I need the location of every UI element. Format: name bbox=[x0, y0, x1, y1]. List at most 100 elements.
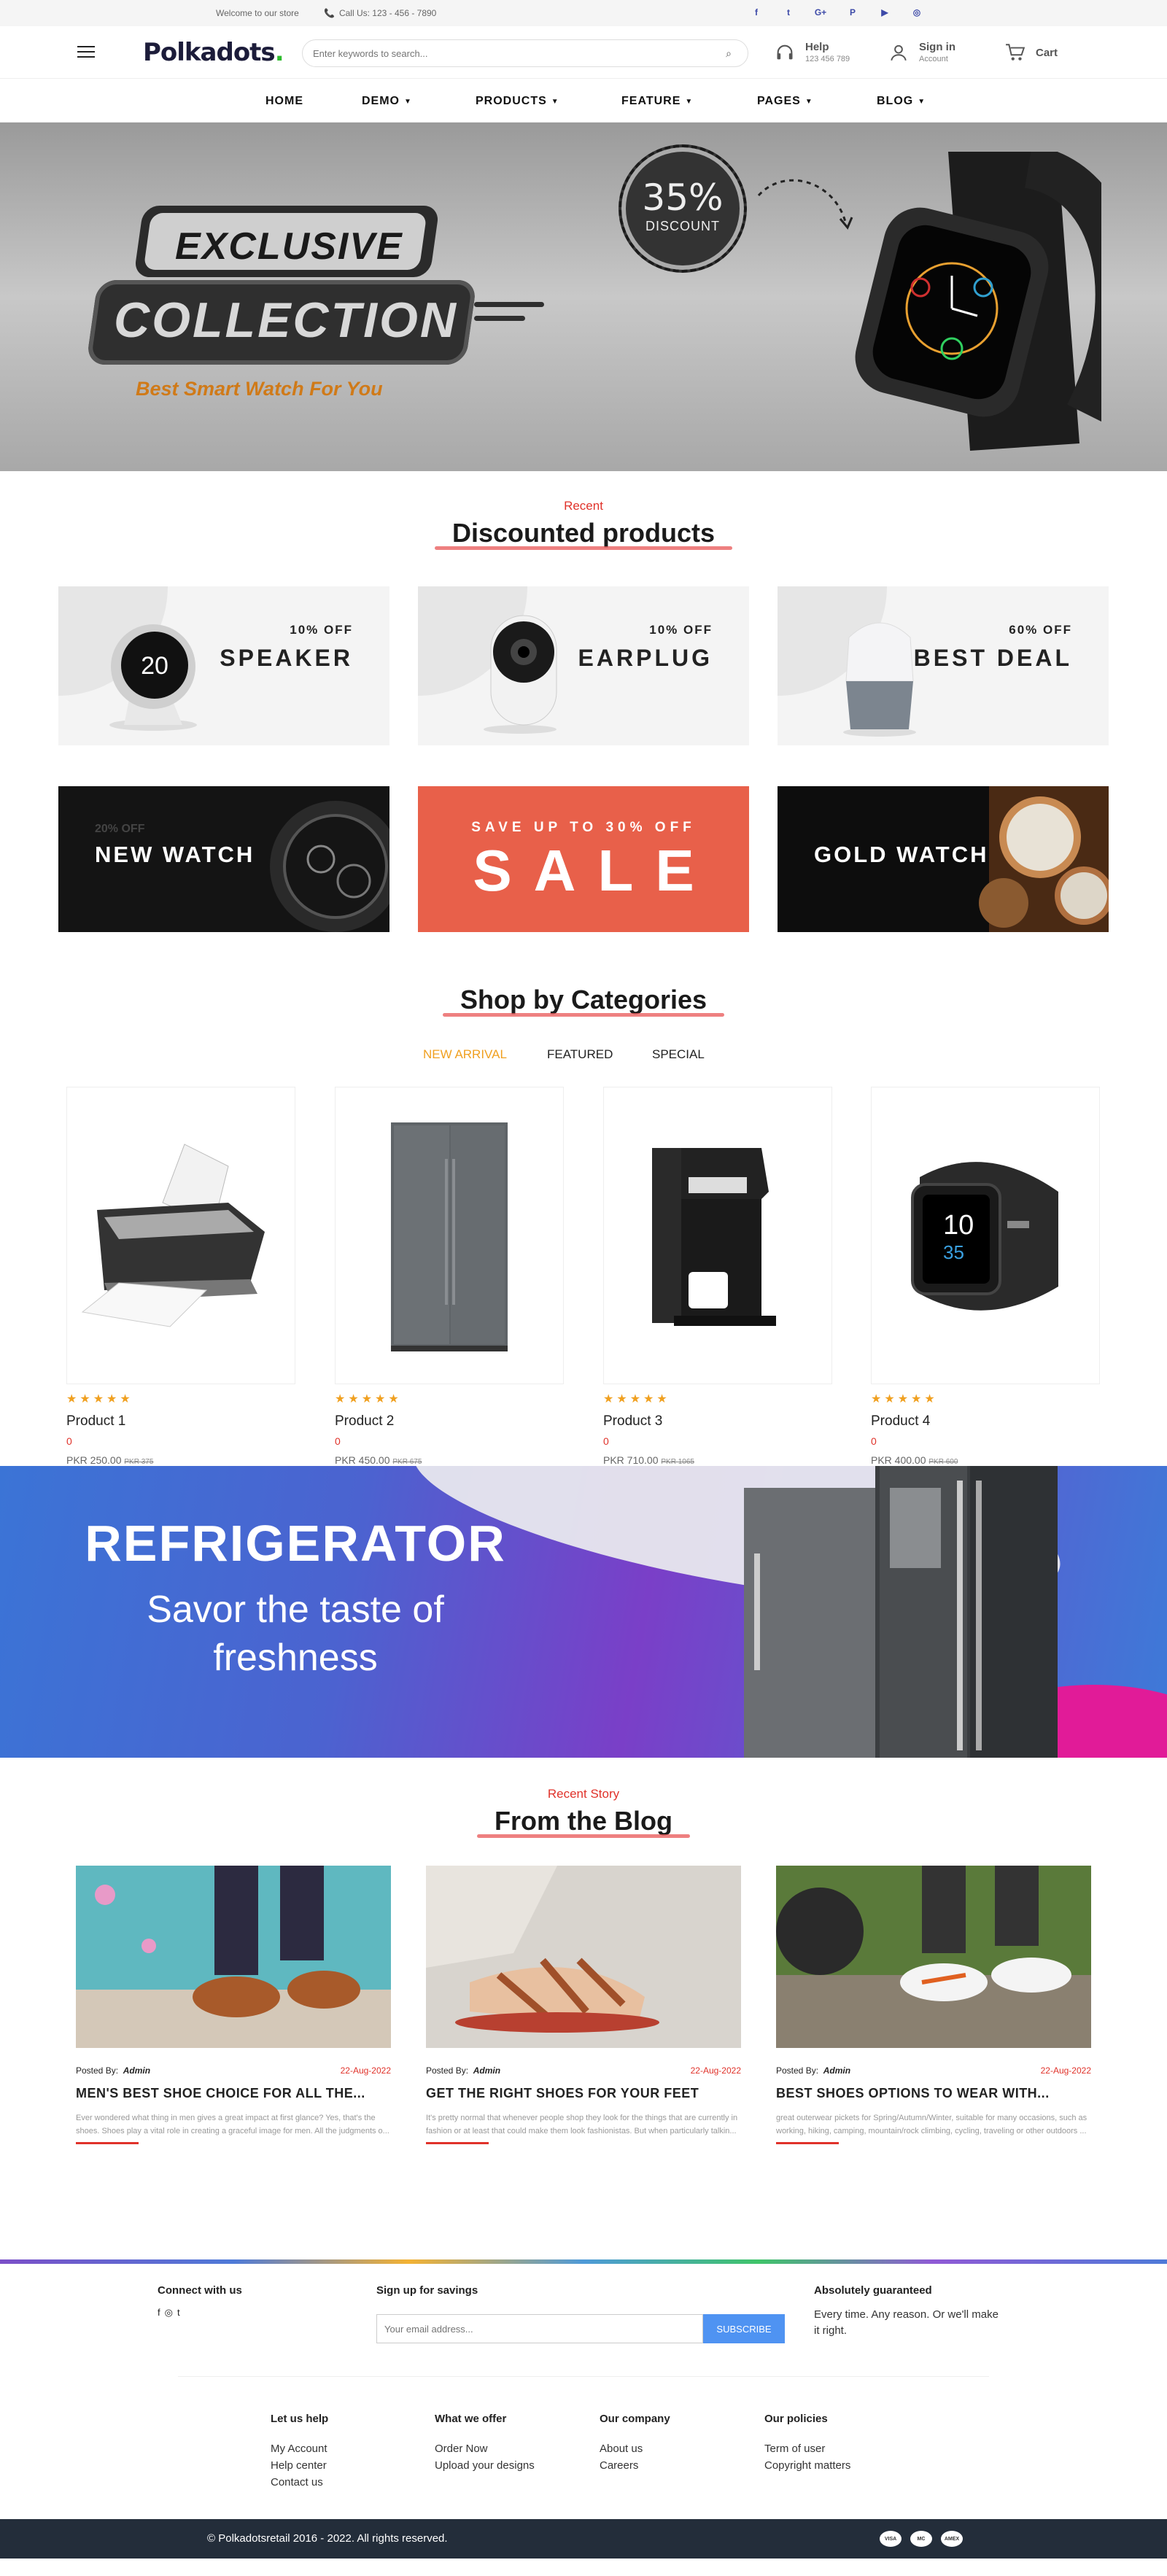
signin-title: Sign in bbox=[919, 41, 955, 53]
footer-link[interactable]: My Account bbox=[271, 2443, 328, 2455]
nav-feature[interactable]: FEATURE ▼ bbox=[621, 95, 693, 108]
post-excerpt: great outerwear pickets for Spring/Autum… bbox=[776, 2114, 1087, 2135]
hero-banner[interactable]: EXCLUSIVE COLLECTION Best Smart Watch Fo… bbox=[0, 123, 1167, 471]
main-nav: HOME DEMO ▼ PRODUCTS ▼ FEATURE ▼ PAGES ▼ BLO… bbox=[0, 79, 1167, 123]
rating-stars: ★★★★★ bbox=[66, 1393, 133, 1405]
footer-link[interactable]: Copyright matters bbox=[764, 2459, 850, 2472]
post-title[interactable]: MEN'S BEST SHOE CHOICE FOR ALL THE... bbox=[76, 2086, 391, 2101]
hero-tagline: Best Smart Watch For You bbox=[136, 378, 383, 400]
subscribe-button[interactable]: SUBSCRIBE bbox=[703, 2314, 785, 2343]
instagram-icon[interactable]: ◎ bbox=[910, 6, 923, 19]
footer-link[interactable]: Upload your designs bbox=[435, 2459, 535, 2472]
post-title[interactable]: BEST SHOES OPTIONS TO WEAR WITH... bbox=[776, 2086, 1091, 2101]
post-title[interactable]: GET THE RIGHT SHOES FOR YOUR FEET bbox=[426, 2086, 741, 2101]
blog-image[interactable] bbox=[426, 1866, 741, 2048]
headset-icon bbox=[773, 41, 796, 64]
logo[interactable]: Polkadots. bbox=[143, 38, 284, 67]
product-card[interactable]: ★★★★★ Product 3 0 PKR 710.00 PKR 1065 bbox=[603, 1087, 832, 1466]
header: Polkadots. ⌕ Help 123 456 789 Sign in Acco… bbox=[0, 26, 1167, 79]
nav-blog[interactable]: BLOG ▼ bbox=[877, 95, 926, 108]
post-author: Posted By: Admin bbox=[76, 2065, 151, 2076]
offer-sale[interactable]: SAVE UP TO 30% OFF SALE bbox=[418, 786, 749, 932]
fridge-image bbox=[391, 1122, 508, 1351]
tab-featured[interactable]: FEATURED bbox=[547, 1047, 613, 1062]
help-title: Help bbox=[805, 41, 829, 53]
review-count: 0 bbox=[603, 1435, 609, 1447]
social-links: f t G+ P ▶ ◎ bbox=[750, 6, 923, 19]
product-card[interactable]: 10 35 ★★★★★ Product 4 0 PKR 400.00 PKR 6… bbox=[871, 1087, 1100, 1466]
refrigerator-image bbox=[744, 1466, 1058, 1758]
footer-link[interactable]: Help center bbox=[271, 2459, 328, 2472]
blog-heading: Recent Story From the Blog bbox=[0, 1787, 1167, 1838]
cart-link[interactable]: Cart bbox=[1004, 41, 1058, 64]
discounted-heading: Recent Discounted products bbox=[0, 499, 1167, 550]
google-plus-icon[interactable]: G+ bbox=[814, 6, 827, 19]
connect-section: Connect with us f ◎ t bbox=[158, 2284, 242, 2319]
nav-home[interactable]: HOME bbox=[265, 95, 303, 108]
product-card[interactable]: ★★★★★ Product 1 0 PKR 250.00 PKR 375 bbox=[66, 1087, 295, 1466]
post-date: 22-Aug-2022 bbox=[690, 2065, 741, 2076]
offer-speaker[interactable]: 20 10% OFF SPEAKER bbox=[58, 586, 389, 745]
offer-best-deal[interactable]: 60% OFF BEST DEAL bbox=[778, 586, 1109, 745]
youtube-icon[interactable]: ▶ bbox=[878, 6, 891, 19]
footer-link[interactable]: Term of user bbox=[764, 2443, 850, 2455]
product-name[interactable]: Product 3 bbox=[603, 1413, 832, 1429]
menu-icon[interactable] bbox=[77, 46, 95, 61]
top-bar: Welcome to our store 📞 Call Us: 123 - 45… bbox=[0, 0, 1167, 26]
twitter-icon[interactable]: t bbox=[177, 2307, 180, 2319]
product-price: PKR 250.00 PKR 375 bbox=[66, 1454, 154, 1466]
offer-gold-watch[interactable]: GOLD WATCH bbox=[778, 786, 1109, 932]
product-card[interactable]: ★★★★★ Product 2 0 PKR 450.00 PKR 675 bbox=[335, 1087, 564, 1466]
offer-new-watch[interactable]: 20% OFF NEW WATCH bbox=[58, 786, 389, 932]
svg-text:35: 35 bbox=[943, 1241, 964, 1263]
email-field[interactable] bbox=[376, 2314, 703, 2343]
post-date: 22-Aug-2022 bbox=[340, 2065, 391, 2076]
amex-icon: AMEX bbox=[941, 2531, 963, 2547]
blog-image[interactable] bbox=[776, 1866, 1091, 2048]
footer-col-policies: Our policies Term of user Copyright matt… bbox=[764, 2413, 851, 2472]
svg-text:20: 20 bbox=[141, 652, 168, 680]
signin-link[interactable]: Sign in Account bbox=[887, 41, 955, 64]
nav-demo[interactable]: DEMO ▼ bbox=[362, 95, 412, 108]
nav-products[interactable]: PRODUCTS ▼ bbox=[476, 95, 559, 108]
phone-icon: 📞 bbox=[324, 8, 335, 18]
facebook-icon[interactable]: f bbox=[158, 2307, 160, 2319]
tab-special[interactable]: SPECIAL bbox=[652, 1047, 705, 1062]
welcome-text: Welcome to our store bbox=[216, 8, 299, 18]
pinterest-icon[interactable]: P bbox=[846, 6, 859, 19]
footer-link[interactable]: Careers bbox=[600, 2459, 670, 2472]
blog-grid: Posted By: Admin 22-Aug-2022 MEN'S BEST S… bbox=[0, 1866, 1167, 2259]
blog-post[interactable]: Posted By: Admin 22-Aug-2022 MEN'S BEST S… bbox=[76, 1866, 391, 2144]
post-excerpt: It's pretty normal that whenever people … bbox=[426, 2114, 738, 2135]
instagram-icon[interactable]: ◎ bbox=[165, 2307, 173, 2319]
svg-text:10: 10 bbox=[943, 1210, 974, 1241]
rating-stars: ★★★★★ bbox=[335, 1393, 402, 1405]
product-grid: ★★★★★ Product 1 0 PKR 250.00 PKR 375 ★★★… bbox=[0, 1087, 1167, 1466]
facebook-icon[interactable]: f bbox=[750, 6, 763, 19]
offer-earplug[interactable]: 10% OFF EARPLUG bbox=[418, 586, 749, 745]
blog-image[interactable] bbox=[76, 1866, 391, 2048]
footer-col-company: Our company About us Careers bbox=[600, 2413, 670, 2472]
product-name[interactable]: Product 2 bbox=[335, 1413, 564, 1429]
payment-methods: VISA MC AMEX bbox=[880, 2531, 963, 2547]
help-link[interactable]: Help 123 456 789 bbox=[773, 41, 850, 64]
product-name[interactable]: Product 1 bbox=[66, 1413, 295, 1429]
search-bar: ⌕ bbox=[302, 39, 748, 67]
visa-icon: VISA bbox=[880, 2531, 902, 2547]
search-icon[interactable]: ⌕ bbox=[720, 47, 737, 60]
footer-link[interactable]: About us bbox=[600, 2443, 670, 2455]
footer-link[interactable]: Contact us bbox=[271, 2476, 328, 2488]
copyright-bar: © Polkadotsretail 2016 - 2022. All right… bbox=[0, 2519, 1167, 2558]
search-input[interactable] bbox=[313, 47, 720, 59]
guarantee-section: Absolutely guaranteed Every time. Any re… bbox=[814, 2284, 999, 2337]
refrigerator-banner[interactable]: REFRIGERATOR Savor the taste of freshness bbox=[0, 1466, 1167, 1758]
blog-post[interactable]: Posted By: Admin 22-Aug-2022 BEST SHOES O… bbox=[776, 1866, 1091, 2144]
mastercard-icon: MC bbox=[910, 2531, 932, 2547]
product-name[interactable]: Product 4 bbox=[871, 1413, 1100, 1429]
twitter-icon[interactable]: t bbox=[782, 6, 795, 19]
nav-pages[interactable]: PAGES ▼ bbox=[757, 95, 813, 108]
tab-new-arrival[interactable]: NEW ARRIVAL bbox=[423, 1047, 507, 1062]
footer-link[interactable]: Order Now bbox=[435, 2443, 535, 2455]
blog-post[interactable]: Posted By: Admin 22-Aug-2022 GET THE RIGH… bbox=[426, 1866, 741, 2144]
smartwatch-product-image: 10 35 bbox=[911, 1162, 1058, 1311]
